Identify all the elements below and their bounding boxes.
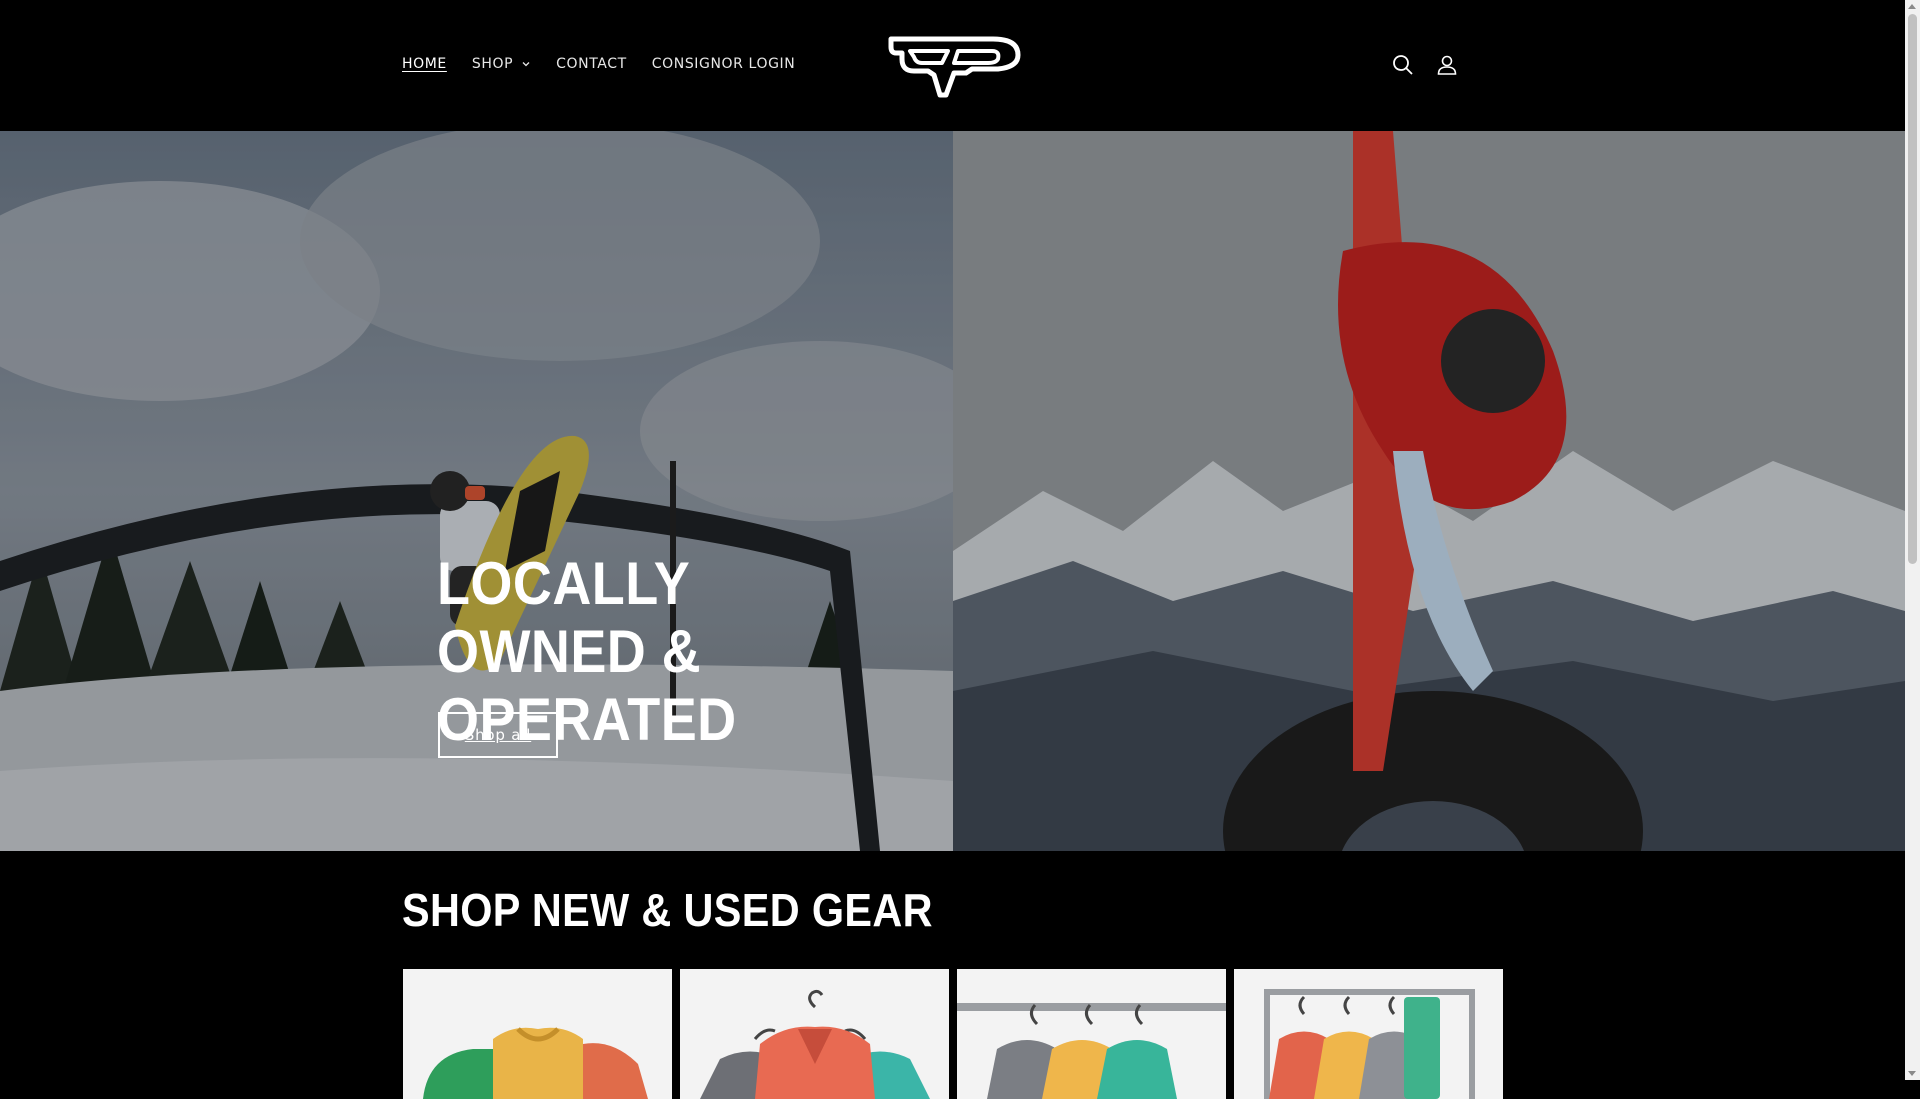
search-icon[interactable] [1391, 53, 1415, 77]
page-scrollbar[interactable] [1905, 0, 1920, 1080]
chevron-down-icon [522, 62, 530, 67]
hero-banner: LOCALLY OWNED & OPERATED Shop all [0, 131, 1905, 851]
nav-consignor-login[interactable]: CONSIGNOR LOGIN [652, 56, 796, 72]
shop-all-button[interactable]: Shop all [438, 712, 558, 758]
scroll-thumb[interactable] [1908, 14, 1917, 564]
snowboarder-on-tire-photo [953, 131, 1905, 851]
nav-shop[interactable]: SHOP [472, 56, 531, 72]
main-nav: HOME SHOP CONTACT CONSIGNOR LOGIN [402, 56, 820, 72]
tp-logo-icon[interactable] [888, 33, 1021, 99]
section-title: SHOP NEW & USED GEAR [402, 884, 933, 936]
nav-shop-label: SHOP [471, 56, 514, 72]
scroll-down-icon[interactable] [1908, 1071, 1916, 1076]
scroll-up-icon[interactable] [1908, 4, 1916, 9]
nav-contact[interactable]: CONTACT [556, 56, 627, 72]
account-icon[interactable] [1435, 53, 1459, 77]
site-header: HOME SHOP CONTACT CONSIGNOR LOGIN [0, 0, 1905, 131]
nav-home[interactable]: HOME [402, 56, 447, 72]
header-icons [1391, 53, 1479, 77]
